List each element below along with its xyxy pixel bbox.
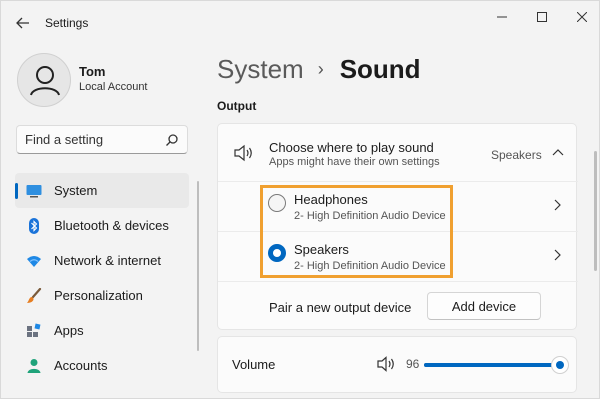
- volume-value: 96: [406, 357, 420, 371]
- sidebar-nav: System Bluetooth & devices Network & int…: [15, 173, 189, 383]
- volume-slider-thumb[interactable]: [551, 356, 570, 374]
- sidebar-item-label: Bluetooth & devices: [54, 218, 169, 233]
- brush-icon: [26, 288, 42, 304]
- monitor-icon: [26, 183, 42, 199]
- device-row-speakers[interactable]: Speakers 2- High Definition Audio Device: [218, 232, 578, 282]
- sidebar-item-label: Personalization: [54, 288, 143, 303]
- speaker-icon: [234, 144, 252, 162]
- selected-output-value: Speakers: [491, 148, 542, 162]
- chevron-right-icon[interactable]: [552, 249, 562, 261]
- main-scrollbar[interactable]: [594, 151, 597, 271]
- volume-slider-fill: [424, 363, 561, 367]
- breadcrumb-separator: ›: [317, 58, 324, 79]
- output-device-header[interactable]: Choose where to play sound Apps might ha…: [218, 124, 578, 182]
- back-arrow-icon[interactable]: [11, 11, 35, 35]
- account-type: Local Account: [79, 81, 148, 93]
- device-row-headphones[interactable]: Headphones 2- High Definition Audio Devi…: [218, 182, 578, 232]
- wifi-icon: [26, 253, 42, 269]
- chevron-right-icon[interactable]: [552, 199, 562, 211]
- device-name: Headphones: [294, 192, 368, 207]
- maximize-button[interactable]: [527, 7, 557, 27]
- pair-device-row: Pair a new output device Add device: [218, 282, 578, 330]
- volume-label: Volume: [232, 357, 276, 372]
- output-subtitle: Apps might have their own settings: [269, 156, 440, 168]
- sidebar-item-label: Accounts: [54, 358, 108, 373]
- section-title-output: Output: [217, 99, 257, 113]
- person-icon: [30, 66, 60, 96]
- volume-card: Volume 96: [217, 336, 577, 393]
- add-device-button[interactable]: Add device: [427, 292, 541, 320]
- avatar: [17, 53, 71, 107]
- breadcrumb: System › Sound: [217, 51, 421, 87]
- sidebar-item-accounts[interactable]: Accounts: [15, 348, 189, 383]
- sidebar-item-network[interactable]: Network & internet: [15, 243, 189, 278]
- search-box[interactable]: [16, 125, 188, 154]
- title-bar: Settings: [1, 1, 599, 43]
- sidebar-item-label: Apps: [54, 323, 84, 338]
- search-icon: [166, 134, 178, 146]
- headphones-radio[interactable]: [268, 194, 286, 212]
- app-title: Settings: [45, 16, 89, 30]
- breadcrumb-parent[interactable]: System: [217, 54, 304, 85]
- user-profile[interactable]: Tom Local Account: [17, 53, 197, 113]
- output-card: Choose where to play sound Apps might ha…: [217, 123, 578, 330]
- sidebar-scrollbar[interactable]: [197, 181, 199, 351]
- sidebar-item-personalization[interactable]: Personalization: [15, 278, 189, 313]
- device-description: 2- High Definition Audio Device: [294, 260, 446, 272]
- sidebar-item-label: System: [54, 183, 98, 198]
- settings-window: Settings Tom Local Account Find a settin…: [0, 0, 600, 399]
- person-icon: [26, 358, 42, 374]
- page-title: Sound: [339, 53, 421, 84]
- apps-icon: [26, 323, 42, 339]
- device-name: Speakers: [294, 242, 349, 257]
- user-name: Tom: [79, 64, 106, 79]
- chevron-up-icon[interactable]: [552, 147, 564, 159]
- sidebar-item-apps[interactable]: Apps: [15, 313, 189, 348]
- volume-slider[interactable]: [424, 356, 570, 374]
- bluetooth-icon: [26, 218, 42, 234]
- volume-icon[interactable]: [377, 356, 397, 372]
- device-description: 2- High Definition Audio Device: [294, 210, 446, 222]
- sidebar-item-label: Network & internet: [54, 253, 161, 268]
- speakers-radio[interactable]: [268, 244, 286, 262]
- search-input[interactable]: [25, 132, 165, 147]
- close-button[interactable]: [567, 7, 597, 27]
- pair-device-label: Pair a new output device: [269, 300, 412, 315]
- output-title: Choose where to play sound: [269, 140, 434, 155]
- minimize-button[interactable]: [487, 7, 517, 27]
- sidebar-item-system[interactable]: System: [15, 173, 189, 208]
- sidebar-item-bluetooth[interactable]: Bluetooth & devices: [15, 208, 189, 243]
